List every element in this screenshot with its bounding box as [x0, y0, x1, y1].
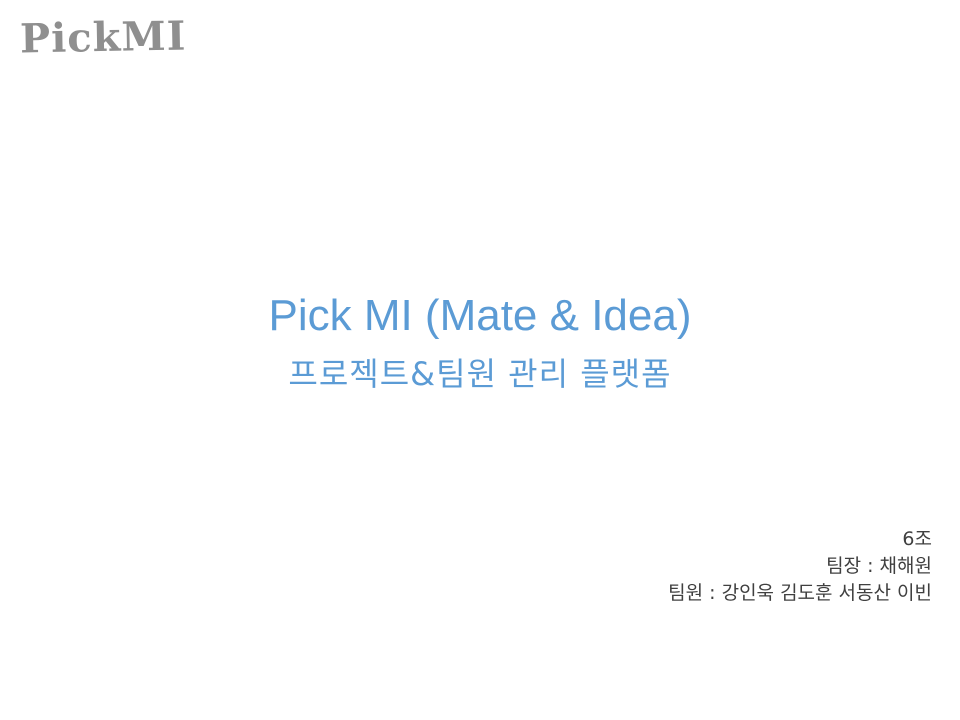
team-group: 6조	[902, 528, 932, 550]
title-block: Pick MI (Mate & Idea) 프로젝트&팀원 관리 플랫폼	[0, 288, 960, 396]
team-info: 6조 팀장 : 채해원 팀원 : 강인욱 김도훈 서동산 이빈	[668, 526, 932, 607]
logo: PickMI	[19, 12, 187, 63]
team-members: 팀원 : 강인욱 김도훈 서동산 이빈	[668, 582, 932, 604]
presentation-subtitle: 프로젝트&팀원 관리 플랫폼	[288, 355, 672, 393]
presentation-title: Pick MI (Mate & Idea)	[268, 291, 692, 340]
slide: PickMI Pick MI (Mate & Idea) 프로젝트&팀원 관리 …	[0, 0, 960, 720]
team-leader: 팀장 : 채해원	[826, 555, 932, 577]
